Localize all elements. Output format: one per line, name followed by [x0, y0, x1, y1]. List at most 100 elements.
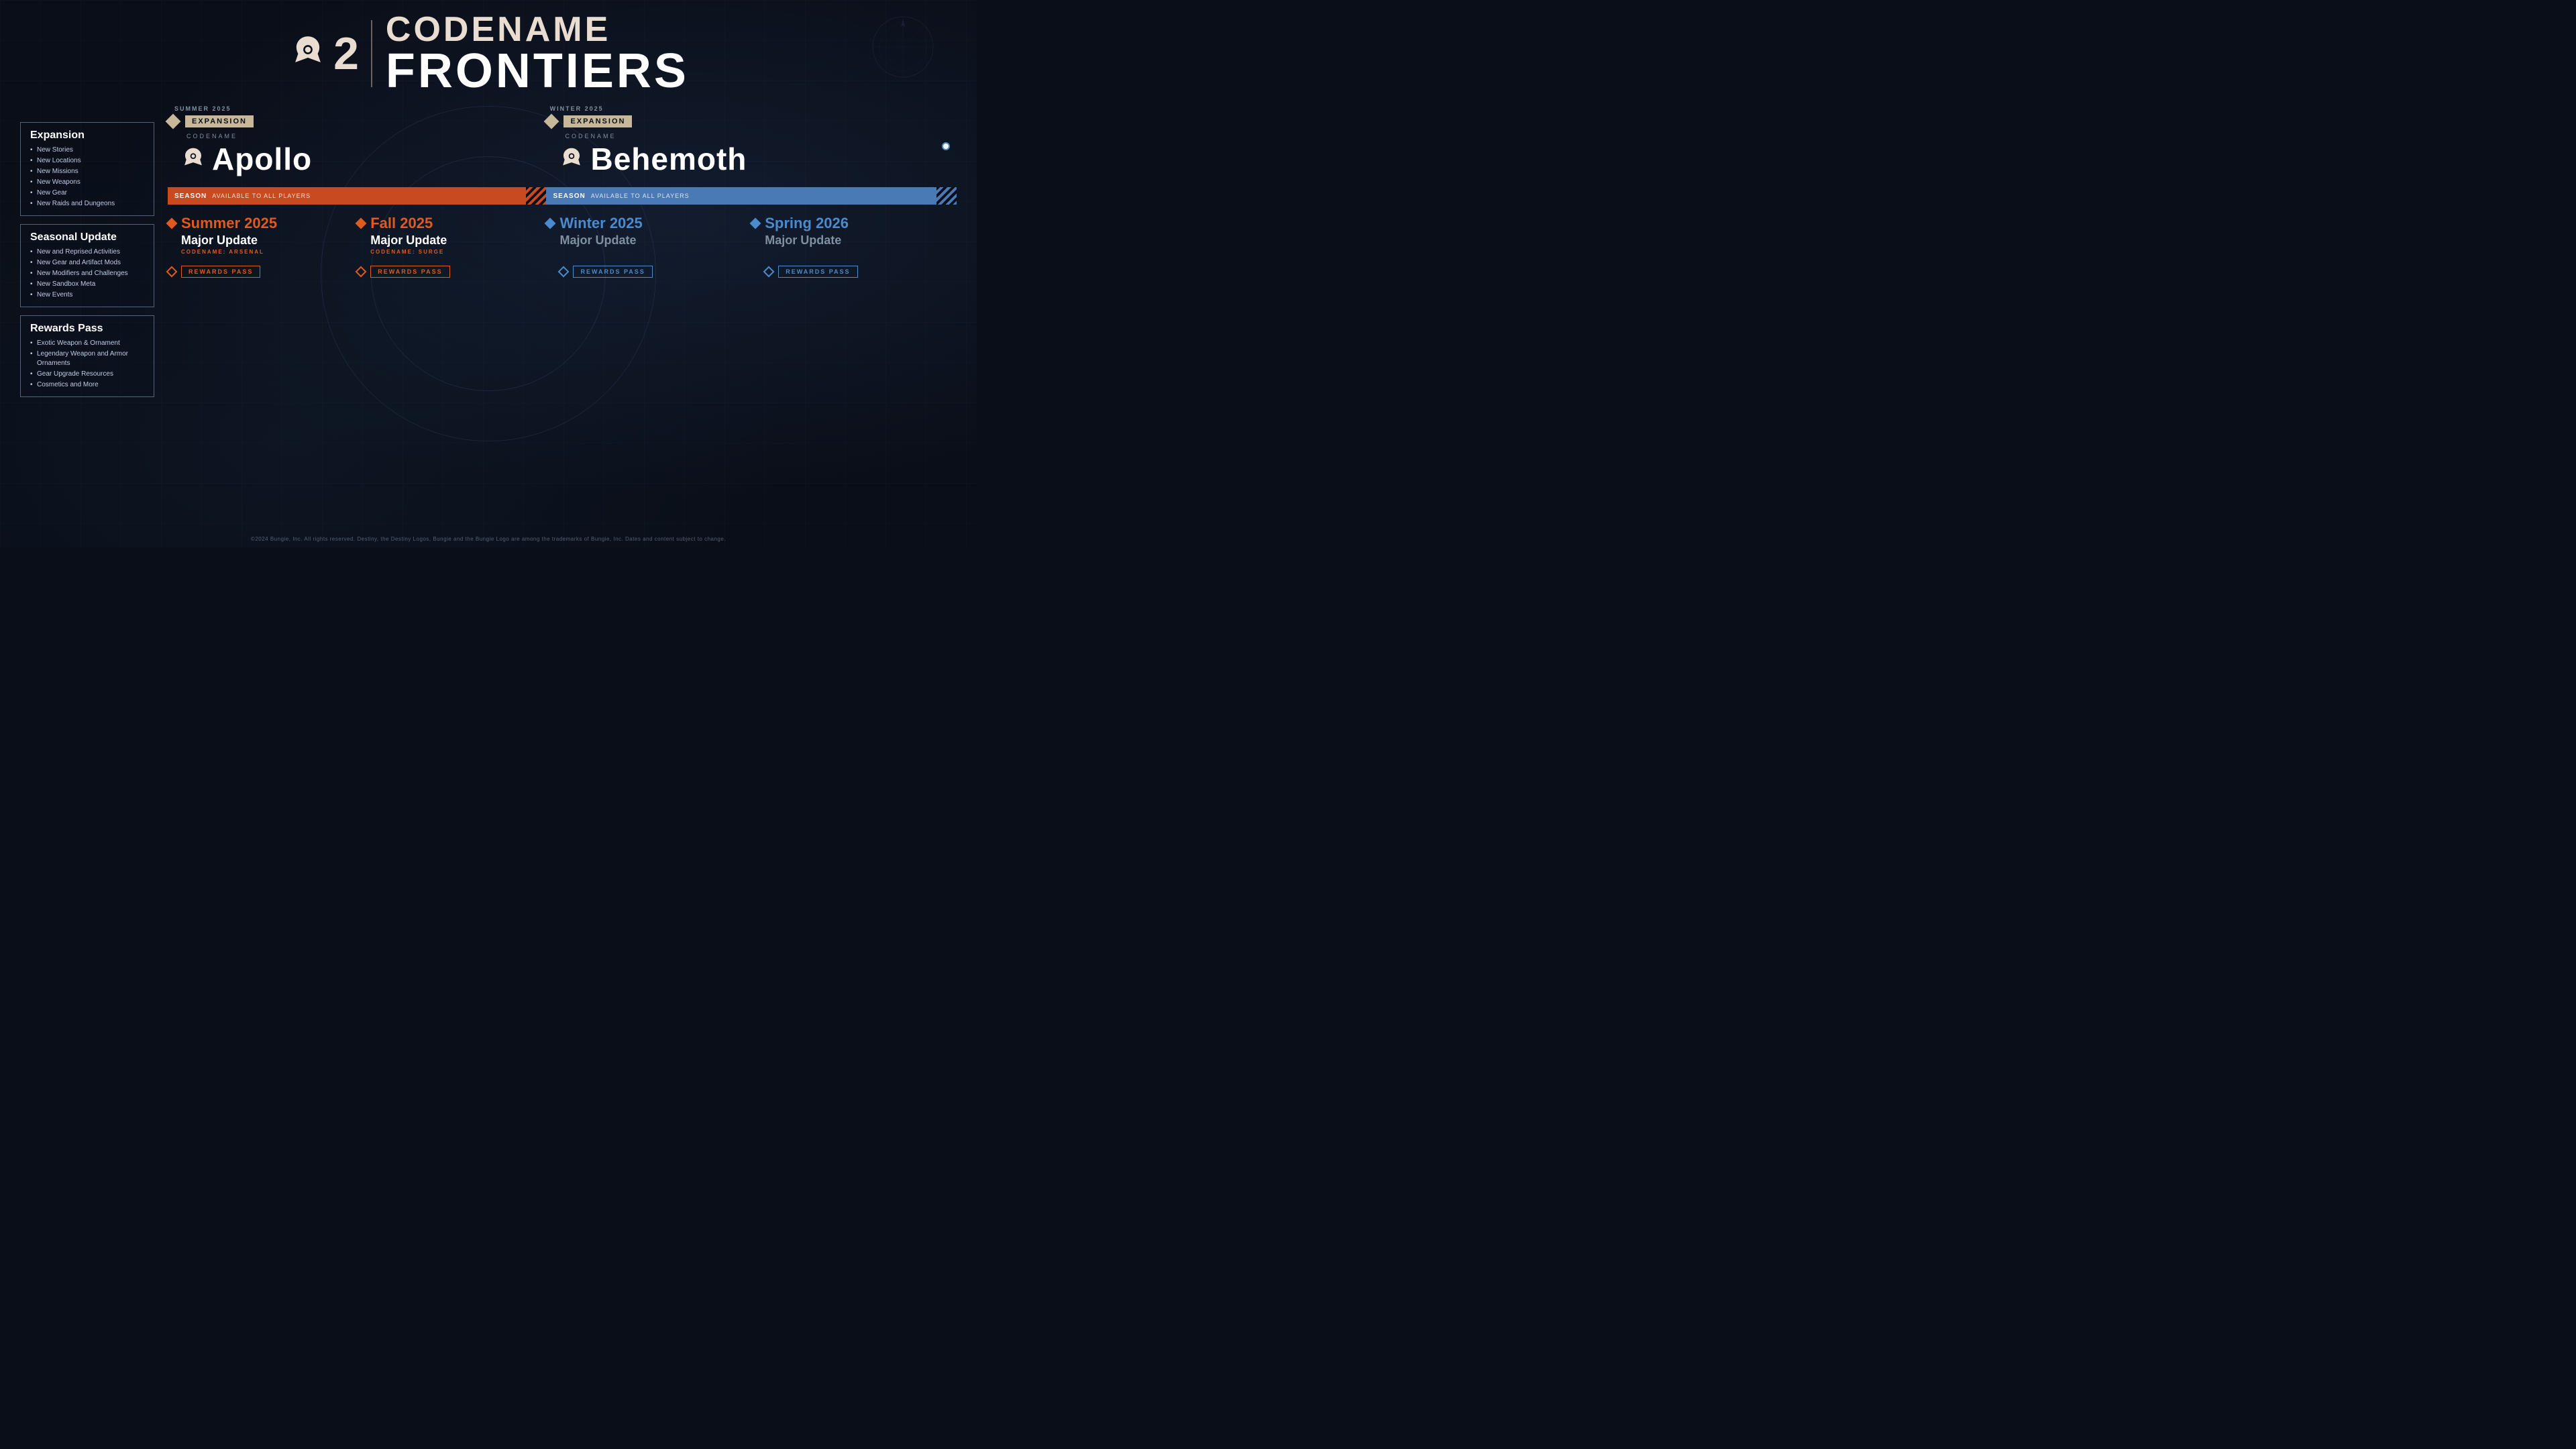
legend-rewards-item-2: Legendary Weapon and Armor Ornaments [30, 350, 144, 368]
rewards-summer1-tag: REWARDS PASS [181, 266, 260, 278]
update-winter-2025-block: Winter 2025 Major Update [546, 215, 751, 255]
season-band-summer: SEASON AVAILABLE TO ALL PLAYERS [168, 187, 546, 205]
season-stripe-winter [936, 187, 957, 205]
rewards-winter2-block: REWARDS PASS [751, 266, 957, 278]
frontiers-label: FRONTIERS [386, 47, 689, 95]
legend-expansion-list: New Stories New Locations New Missions N… [30, 146, 144, 209]
season-band-winter-content: SEASON AVAILABLE TO ALL PLAYERS [546, 187, 689, 205]
expansion-behemoth-header: EXPANSION [546, 115, 957, 127]
expansion-behemoth-diamond [544, 114, 559, 129]
update-winter-2025-title-row: Winter 2025 [546, 215, 738, 231]
rewards-summer1-diamond [166, 266, 178, 277]
legend-seasonal-item-2: New Gear and Artifact Mods [30, 258, 144, 268]
expansion-behemoth-ghost-icon [559, 147, 584, 171]
update-spring-2026-title: Spring 2026 [765, 215, 849, 231]
destiny-logo: 2 [288, 31, 358, 76]
season-label-winter: WINTER 2025 [550, 105, 957, 112]
update-winter-2025-title: Winter 2025 [559, 215, 642, 231]
legend-rewards-title: Rewards Pass [30, 323, 144, 335]
legend-rewards-list: Exotic Weapon & Ornament Legendary Weapo… [30, 339, 144, 390]
season-band-summer-content: SEASON AVAILABLE TO ALL PLAYERS [168, 187, 311, 205]
expansion-apollo-name-row: Apollo [168, 141, 533, 177]
season-band-winter: SEASON AVAILABLE TO ALL PLAYERS [546, 187, 957, 205]
update-summer-2025-diamond [166, 218, 178, 229]
expansion-apollo-diamond [166, 114, 181, 129]
header-divider [371, 20, 372, 87]
legend-rewards-item-1: Exotic Weapon & Ornament [30, 339, 144, 348]
legend-expansion-box: Expansion New Stories New Locations New … [20, 122, 154, 216]
legend-seasonal-item-3: New Modifiers and Challenges [30, 269, 144, 278]
rewards-winter2-tag: REWARDS PASS [778, 266, 857, 278]
codename-area: CODENAME FRONTIERS [386, 12, 689, 95]
legend-rewards-item-3: Gear Upgrade Resources [30, 370, 144, 379]
season-band-row: SEASON AVAILABLE TO ALL PLAYERS SEASON A… [168, 187, 957, 205]
legend-rewards-box: Rewards Pass Exotic Weapon & Ornament Le… [20, 315, 154, 397]
season-word-summer: SEASON [174, 193, 207, 200]
update-summer-2025-codename: CODENAME: ARSENAL [168, 249, 343, 255]
d2-label: 2 [333, 31, 358, 76]
season-stripe-summer [526, 187, 546, 205]
legend-seasonal-item-5: New Events [30, 290, 144, 300]
update-summer-2025-title: Summer 2025 [181, 215, 277, 231]
update-summer-2025-block: Summer 2025 Major Update CODENAME: ARSEN… [168, 215, 357, 255]
update-fall-2025-title-row: Fall 2025 [357, 215, 533, 231]
legend-expansion-item-2: New Locations [30, 156, 144, 166]
rewards-row: REWARDS PASS REWARDS PASS REWARDS PASS R… [168, 266, 957, 278]
timeline-progress-dot [942, 142, 950, 150]
legend-seasonal-title: Seasonal Update [30, 231, 144, 244]
timeline-area: SUMMER 2025 WINTER 2025 EXPANSION CODENA… [154, 102, 957, 531]
update-fall-2025-block: Fall 2025 Major Update CODENAME: SURGE [357, 215, 546, 255]
season-label-summer: SUMMER 2025 [174, 105, 550, 112]
expansion-apollo-block: EXPANSION CODENAME Apollo [168, 115, 546, 177]
legend-expansion-item-6: New Raids and Dungeons [30, 199, 144, 209]
rewards-summer1-block: REWARDS PASS [168, 266, 357, 278]
update-spring-2026-diamond [750, 218, 761, 229]
expansion-row: EXPANSION CODENAME Apollo [168, 115, 957, 177]
update-fall-2025-title: Fall 2025 [370, 215, 433, 231]
expansion-apollo-header: EXPANSION [168, 115, 533, 127]
update-summer-2025-major: Major Update [168, 234, 343, 248]
update-spring-2026-major: Major Update [751, 234, 943, 248]
footer-text: ©2024 Bungie, Inc. All rights reserved. … [251, 536, 726, 542]
expansion-apollo-codename-label: CODENAME [168, 133, 533, 140]
legend-expansion-title: Expansion [30, 129, 144, 142]
main-body: Expansion New Stories New Locations New … [0, 102, 977, 531]
season-word-winter: SEASON [553, 193, 585, 200]
expansion-apollo-tag: EXPANSION [185, 115, 254, 127]
codename-label: CODENAME [386, 12, 689, 47]
expansion-apollo-ghost-icon [181, 147, 205, 171]
update-spring-2026-title-row: Spring 2026 [751, 215, 943, 231]
legend-seasonal-item-1: New and Reprised Activities [30, 248, 144, 257]
rewards-winter1-diamond [558, 266, 570, 277]
rewards-winter1-block: REWARDS PASS [546, 266, 751, 278]
logo-area: 2 CODENAME FRONTIERS [288, 12, 689, 95]
update-fall-2025-major: Major Update [357, 234, 533, 248]
updates-row: Summer 2025 Major Update CODENAME: ARSEN… [168, 215, 957, 255]
update-summer-2025-title-row: Summer 2025 [168, 215, 343, 231]
rewards-winter2-diamond [763, 266, 775, 277]
rewards-summer2-diamond [356, 266, 367, 277]
expansion-behemoth-name-row: Behemoth [546, 141, 957, 177]
legend-seasonal-list: New and Reprised Activities New Gear and… [30, 248, 144, 300]
legend-expansion-item-3: New Missions [30, 167, 144, 176]
season-labels-row: SUMMER 2025 WINTER 2025 [168, 105, 957, 112]
update-fall-2025-codename: CODENAME: SURGE [357, 249, 533, 255]
update-winter-2025-diamond [545, 218, 556, 229]
legend-rewards-item-4: Cosmetics and More [30, 380, 144, 390]
expansion-behemoth-tag: EXPANSION [564, 115, 632, 127]
rewards-summer2-tag: REWARDS PASS [370, 266, 449, 278]
expansion-behemoth-block: EXPANSION CODENAME Behemoth [546, 115, 957, 177]
legend-expansion-item-1: New Stories [30, 146, 144, 155]
legend-expansion-item-4: New Weapons [30, 178, 144, 187]
update-spring-2026-block: Spring 2026 Major Update [751, 215, 957, 255]
destiny-ghost-icon [288, 34, 328, 74]
rewards-winter1-tag: REWARDS PASS [573, 266, 652, 278]
left-legend: Expansion New Stories New Locations New … [20, 102, 154, 531]
update-fall-2025-diamond [356, 218, 367, 229]
season-available-summer: AVAILABLE TO ALL PLAYERS [212, 193, 311, 199]
footer: ©2024 Bungie, Inc. All rights reserved. … [0, 531, 977, 547]
expansion-apollo-name: Apollo [212, 141, 312, 177]
legend-expansion-item-5: New Gear [30, 189, 144, 198]
legend-seasonal-box: Seasonal Update New and Reprised Activit… [20, 224, 154, 307]
expansion-behemoth-codename-label: CODENAME [546, 133, 957, 140]
